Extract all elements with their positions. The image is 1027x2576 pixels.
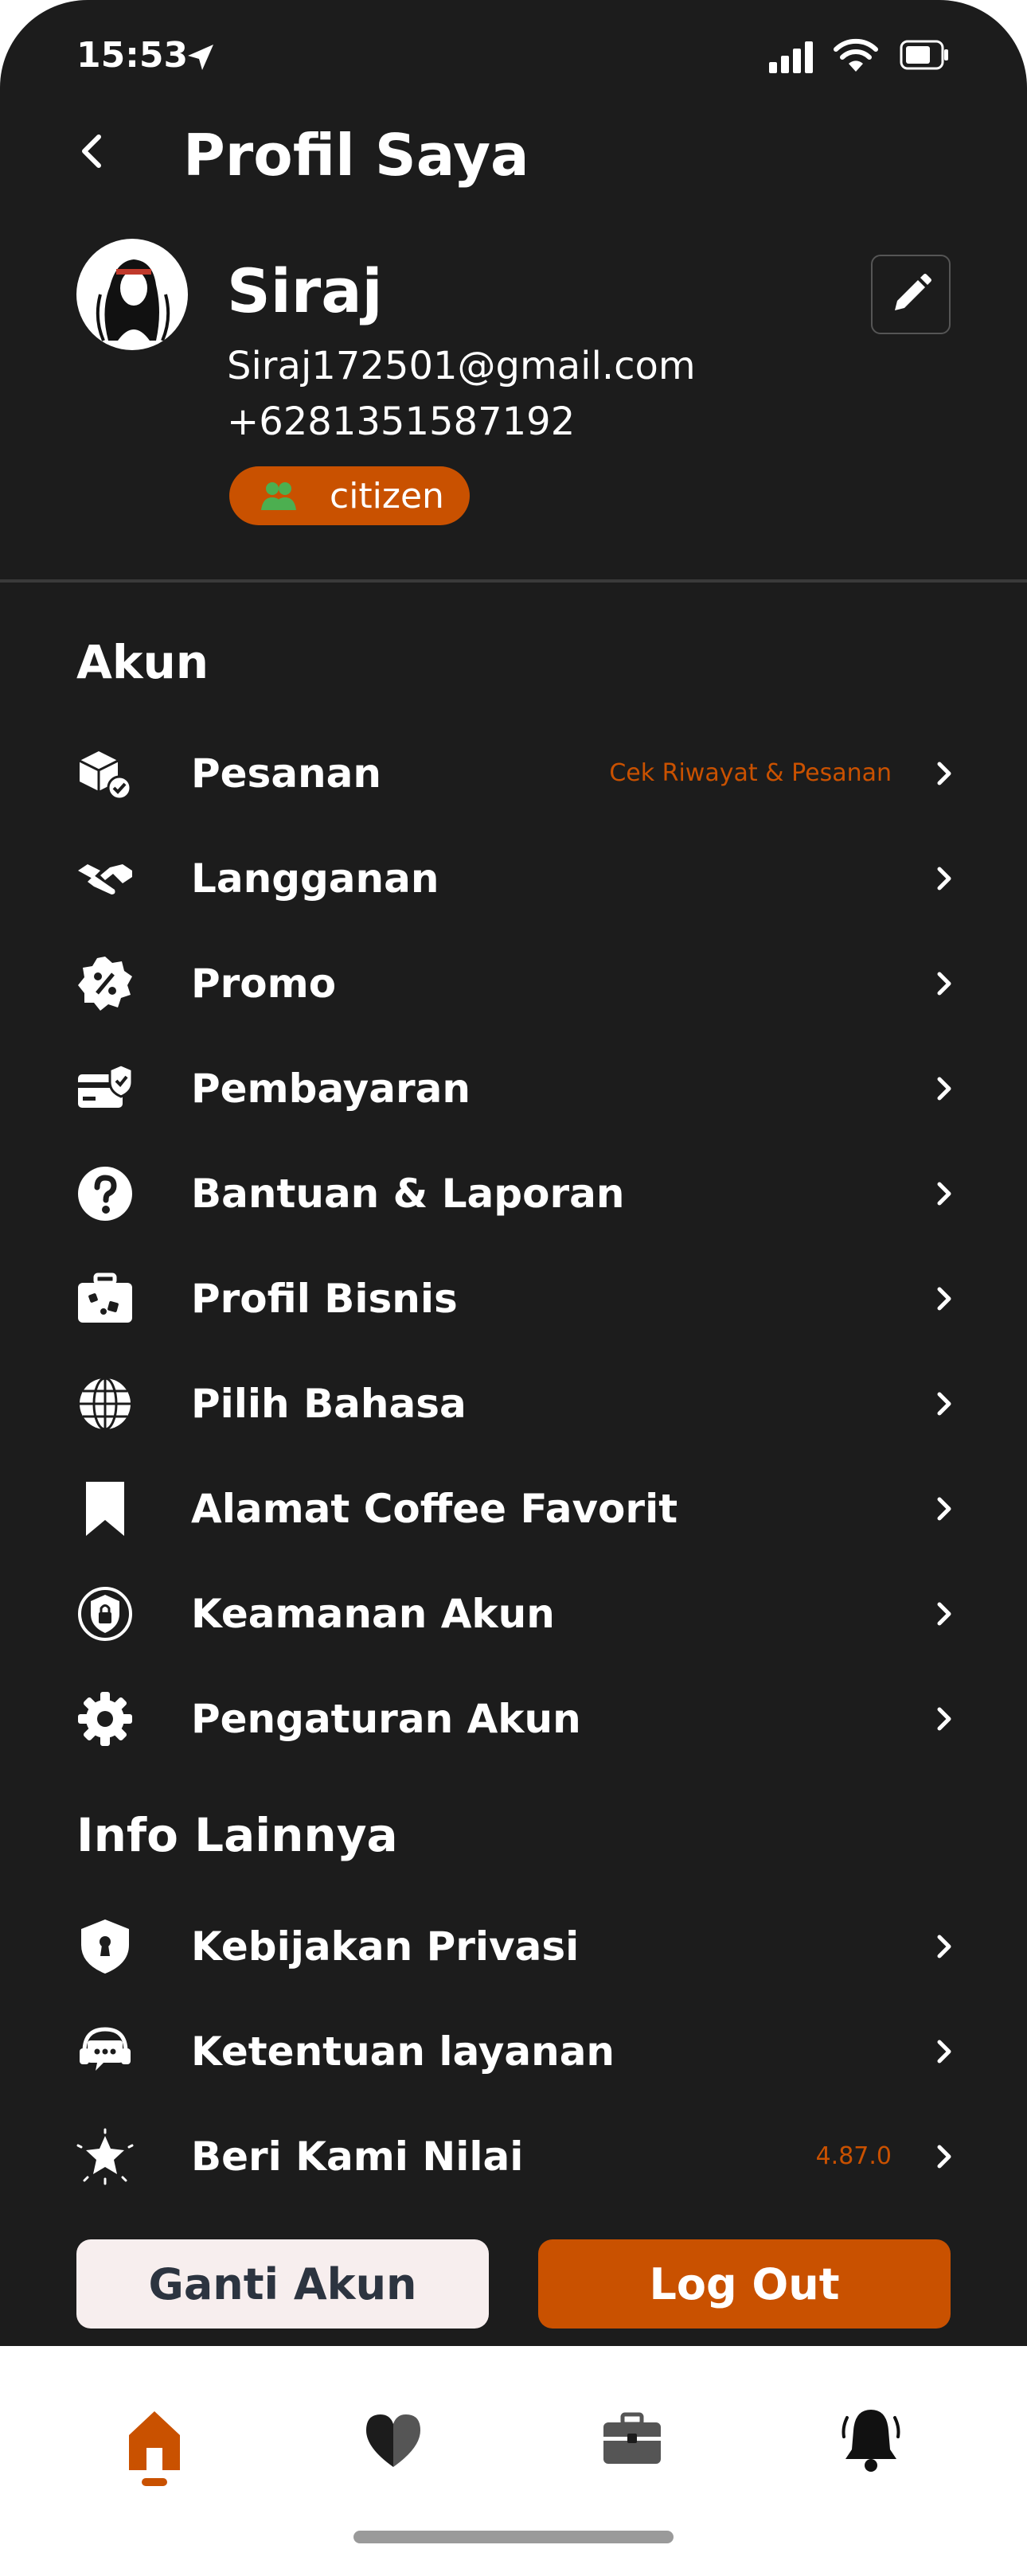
status-time: 15:53 xyxy=(76,35,189,76)
menu-item-langganan[interactable]: Langganan xyxy=(0,826,1027,931)
menu-label: Ketentuan layanan xyxy=(191,2028,615,2075)
menu-label: Bantuan & Laporan xyxy=(191,1171,625,1217)
menu-item-bantuan[interactable]: Bantuan & Laporan xyxy=(0,1141,1027,1246)
menu-label: Pengaturan Akun xyxy=(191,1696,581,1742)
chevron-right-icon xyxy=(937,1707,951,1731)
menu-item-ketentuan-layanan[interactable]: Ketentuan layanan xyxy=(0,1999,1027,2104)
chevron-right-icon xyxy=(937,2040,951,2064)
location-arrow-icon xyxy=(188,45,213,70)
menu-item-beri-nilai[interactable]: Beri Kami Nilai 4.87.0 xyxy=(0,2104,1027,2209)
status-bar: 15:53 xyxy=(0,0,1027,111)
menu-label: Pembayaran xyxy=(191,1066,471,1112)
handshake-icon xyxy=(78,864,132,894)
profile-phone: +6281351587192 xyxy=(227,399,576,444)
chevron-right-icon xyxy=(937,1392,951,1416)
battery-icon xyxy=(900,40,948,70)
edit-profile-button[interactable] xyxy=(871,255,951,334)
app-version: 4.87.0 xyxy=(815,2142,892,2170)
section-title-info-lainnya: Info Lainnya xyxy=(76,1808,398,1862)
chevron-right-icon xyxy=(937,1182,951,1206)
menu-label: Keamanan Akun xyxy=(191,1591,555,1637)
menu-label: Kebijakan Privasi xyxy=(191,1923,580,1970)
profile-screen: 15:53 Profil Saya Siraj Siraj172501@gmai… xyxy=(0,0,1027,2576)
menu-item-kebijakan-privasi[interactable]: Kebijakan Privasi xyxy=(0,1894,1027,1999)
menu-label: Beri Kami Nilai xyxy=(191,2134,524,2180)
page-title: Profil Saya xyxy=(183,122,529,189)
chevron-right-icon xyxy=(937,1935,951,1958)
wifi-icon xyxy=(834,38,878,72)
chevron-right-icon xyxy=(937,762,951,785)
avatar xyxy=(76,239,188,350)
switch-account-button[interactable]: Ganti Akun xyxy=(76,2239,489,2329)
star-icon xyxy=(76,2128,134,2185)
menu-note: Cek Riwayat & Pesanan xyxy=(609,759,892,787)
bell-icon xyxy=(842,2410,900,2472)
menu-item-pembayaran[interactable]: Pembayaran xyxy=(0,1036,1027,1141)
chevron-right-icon xyxy=(937,867,951,890)
discount-badge-icon xyxy=(78,957,132,1011)
card-shield-icon xyxy=(78,1063,134,1108)
tab-business[interactable] xyxy=(592,2402,672,2489)
menu-label: Profil Bisnis xyxy=(191,1276,458,1322)
bookmark-icon xyxy=(86,1482,124,1536)
pencil-icon xyxy=(895,274,931,310)
role-badge: citizen xyxy=(229,466,470,525)
logout-button[interactable]: Log Out xyxy=(538,2239,951,2329)
menu-label: Langganan xyxy=(191,855,439,902)
chevron-right-icon xyxy=(937,2145,951,2169)
tab-favorites[interactable] xyxy=(353,2402,433,2489)
chevron-right-icon xyxy=(937,1497,951,1521)
menu-label: Alamat Coffee Favorit xyxy=(191,1486,678,1532)
menu-label: Pilih Bahasa xyxy=(191,1381,467,1427)
tab-notifications[interactable] xyxy=(831,2402,911,2489)
menu-item-pesanan[interactable]: Pesanan Cek Riwayat & Pesanan xyxy=(0,721,1027,826)
menu-label: Promo xyxy=(191,961,337,1007)
help-circle-icon xyxy=(78,1167,132,1221)
section-title-akun: Akun xyxy=(76,635,209,689)
chevron-right-icon xyxy=(937,1077,951,1101)
menu-item-pengaturan-akun[interactable]: Pengaturan Akun xyxy=(0,1666,1027,1771)
profile-email: Siraj172501@gmail.com xyxy=(227,344,696,388)
menu-item-keamanan-akun[interactable]: Keamanan Akun xyxy=(0,1561,1027,1666)
profile-name: Siraj xyxy=(227,255,383,326)
home-indicator xyxy=(353,2531,674,2543)
section-divider xyxy=(0,579,1027,583)
tab-home[interactable] xyxy=(115,2402,194,2489)
menu-item-promo[interactable]: Promo xyxy=(0,931,1027,1036)
menu-item-pilih-bahasa[interactable]: Pilih Bahasa xyxy=(0,1351,1027,1456)
back-chevron-icon[interactable] xyxy=(73,127,113,175)
shield-lock-icon xyxy=(78,1587,132,1641)
suitcase-icon xyxy=(78,1272,132,1323)
briefcase-icon xyxy=(603,2412,661,2464)
globe-icon xyxy=(80,1377,131,1431)
role-label: citizen xyxy=(330,475,444,516)
chevron-right-icon xyxy=(937,1287,951,1311)
chevron-right-icon xyxy=(937,972,951,996)
support-headset-icon xyxy=(80,2027,131,2071)
home-icon xyxy=(129,2411,180,2486)
shield-keyhole-icon xyxy=(81,1919,129,1974)
chevron-right-icon xyxy=(937,1602,951,1626)
heart-icon xyxy=(366,2414,420,2467)
menu-item-profil-bisnis[interactable]: Profil Bisnis xyxy=(0,1246,1027,1351)
menu-item-alamat-coffee[interactable]: Alamat Coffee Favorit xyxy=(0,1456,1027,1561)
cellular-signal-icon xyxy=(769,41,813,73)
gear-icon xyxy=(78,1692,132,1746)
users-icon xyxy=(261,482,296,510)
package-check-icon xyxy=(79,751,132,801)
menu-label: Pesanan xyxy=(191,750,381,797)
